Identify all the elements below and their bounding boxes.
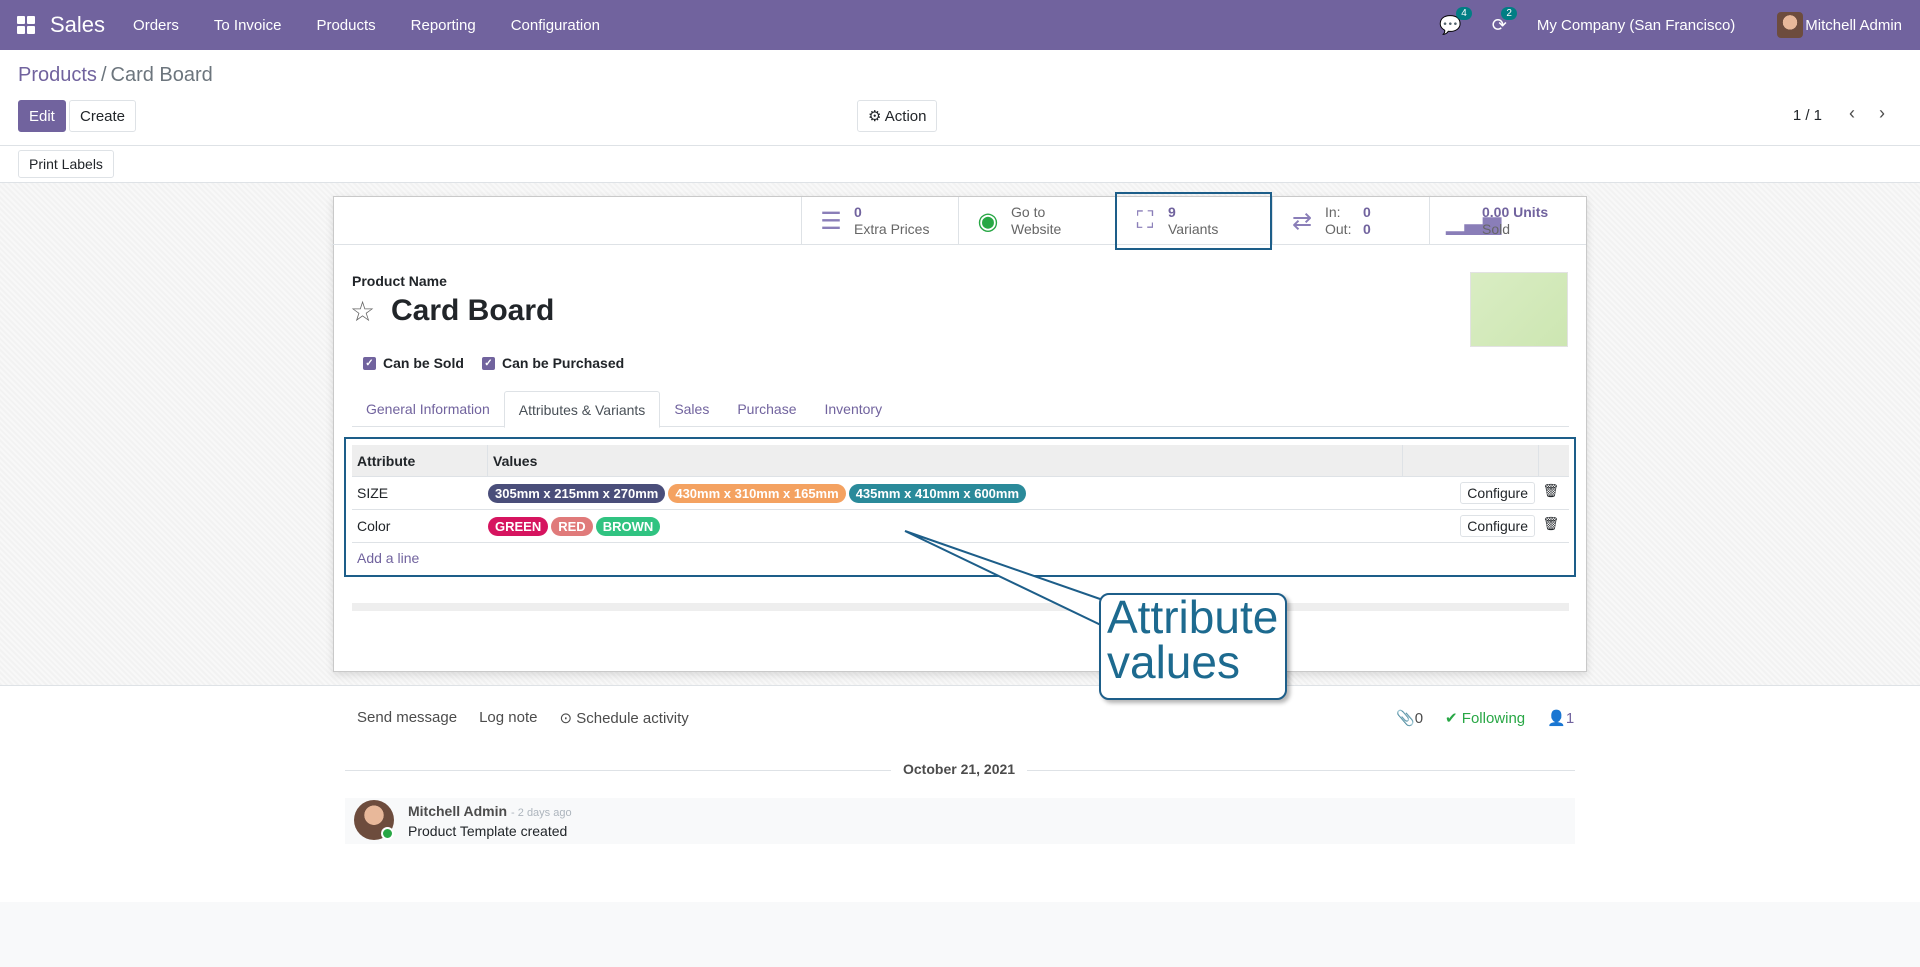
company-switcher[interactable]: My Company (San Francisco): [1537, 17, 1735, 34]
pager-next-icon[interactable]: ›: [1879, 103, 1885, 124]
create-button[interactable]: Create: [69, 100, 137, 132]
tab-attributes-variants[interactable]: Attributes & Variants: [503, 391, 661, 428]
value-tag: 305mm x 215mm x 270mm: [488, 483, 666, 503]
table-header: Attribute Values: [352, 444, 1569, 477]
pager-value[interactable]: 1 / 1: [1793, 107, 1822, 124]
breadcrumb-separator: /: [100, 64, 107, 86]
form-tabs: General Information Attributes & Variant…: [352, 391, 1569, 428]
value-tag: 435mm x 410mm x 600mm: [848, 483, 1027, 503]
menu-to-invoice[interactable]: To Invoice: [214, 17, 282, 34]
user-icon: 👤: [1547, 710, 1566, 727]
menu-reporting[interactable]: Reporting: [411, 17, 476, 34]
breadcrumb-current: Card Board: [110, 64, 213, 86]
add-a-line-link[interactable]: Add a line: [352, 543, 1569, 573]
activities-badge: 2: [1501, 6, 1517, 20]
attribute-values: GREEN RED BROWN: [488, 516, 661, 536]
smart-button-box: ☰ 0 Extra Prices ◉ Go to Website ⛶ 9 Varian…: [332, 192, 1586, 250]
activities-icon[interactable]: ⟳ 2: [1492, 6, 1517, 36]
online-status-icon: [381, 827, 394, 840]
date-label: October 21, 2021: [891, 761, 1028, 777]
extra-prices-button[interactable]: ☰ 0 Extra Prices: [801, 197, 958, 245]
schedule-activity-button[interactable]: ⊙ Schedule activity: [559, 709, 688, 727]
product-name-label: Product Name: [352, 273, 447, 289]
in-out-button[interactable]: ⇄ In: 0 Out: 0: [1272, 197, 1429, 245]
print-labels-button[interactable]: Print Labels: [18, 150, 114, 178]
annotation-callout: Attribute values: [1099, 593, 1287, 700]
attributes-table: Attribute Values SIZE 305mm x 215mm x 27…: [352, 444, 1569, 573]
messages-badge: 4: [1456, 6, 1472, 20]
breadcrumb: Products / Card Board: [18, 64, 213, 87]
column-values[interactable]: Values: [488, 444, 1403, 477]
message-author: Mitchell Admin - 2 days ago: [408, 803, 572, 819]
user-menu[interactable]: Mitchell Admin: [1805, 17, 1902, 34]
callout-line-1: Attribute: [1107, 591, 1279, 643]
trash-icon[interactable]: 🗑: [1542, 483, 1559, 499]
tab-general-information[interactable]: General Information: [352, 391, 504, 427]
go-to-website-button[interactable]: ◉ Go to Website: [958, 197, 1115, 245]
top-navbar: Sales Orders To Invoice Products Reporti…: [0, 0, 1920, 50]
value-tag: GREEN: [488, 516, 549, 536]
menu-products[interactable]: Products: [316, 17, 375, 34]
messages-icon[interactable]: 💬 4: [1439, 6, 1472, 36]
variants-highlight-frame: [1115, 192, 1272, 250]
user-avatar[interactable]: [1777, 12, 1804, 38]
checkmark-icon: ✓: [482, 356, 495, 370]
trash-icon[interactable]: 🗑: [1542, 516, 1559, 532]
send-message-button[interactable]: Send message: [357, 709, 457, 727]
table-row[interactable]: SIZE 305mm x 215mm x 270mm 430mm x 310mm…: [352, 477, 1569, 510]
breadcrumb-products[interactable]: Products: [18, 64, 97, 86]
followers-button[interactable]: 👤1: [1547, 709, 1574, 727]
product-name: Card Board: [391, 294, 555, 327]
chatter-followers: 📎0 ✔ Following 👤1: [1396, 709, 1574, 727]
separator-bar: [352, 603, 1569, 611]
configure-button[interactable]: Configure: [1460, 515, 1535, 537]
list-icon: ☰: [820, 207, 842, 235]
menu-configuration[interactable]: Configuration: [511, 17, 600, 34]
apps-menu-icon[interactable]: [17, 16, 35, 34]
message-body: Product Template created: [408, 823, 568, 839]
table-row[interactable]: Color GREEN RED BROWN Configure 🗑: [352, 510, 1569, 543]
message: Mitchell Admin - 2 days ago Product Templ…: [345, 798, 1575, 844]
signal-icon: ▁▃▅: [1446, 207, 1502, 235]
value-tag: 430mm x 310mm x 165mm: [668, 483, 846, 503]
units-sold-button[interactable]: ▁▃▅ 0.00 Units Sold: [1429, 197, 1586, 245]
action-button[interactable]: ⚙ Action: [857, 100, 938, 132]
tab-purchase[interactable]: Purchase: [723, 391, 810, 427]
app-name[interactable]: Sales: [50, 12, 105, 38]
message-time: - 2 days ago: [511, 807, 572, 819]
favorite-star-icon[interactable]: ☆: [350, 295, 375, 328]
attribute-values: 305mm x 215mm x 270mm 430mm x 310mm x 16…: [488, 483, 1027, 503]
tab-sales[interactable]: Sales: [660, 391, 723, 427]
configure-button[interactable]: Configure: [1460, 482, 1535, 504]
pager-prev-icon[interactable]: ‹: [1849, 103, 1855, 124]
form-sheet: ☰ 0 Extra Prices ◉ Go to Website ⛶ 9 Varian…: [332, 192, 1587, 672]
chatter-topbar: Send message Log note ⊙ Schedule activit…: [357, 709, 689, 727]
tab-inventory[interactable]: Inventory: [811, 391, 897, 427]
menu-orders[interactable]: Orders: [133, 17, 179, 34]
attachments-button[interactable]: 📎0: [1396, 709, 1423, 727]
attribute-name: SIZE: [357, 485, 389, 501]
globe-icon: ◉: [977, 207, 999, 235]
clock-icon: ⊙: [559, 710, 577, 727]
callout-line-2: values: [1107, 636, 1240, 688]
attribute-name: Color: [357, 518, 391, 534]
can-be-sold-checkbox[interactable]: ✓ Can be Sold: [363, 355, 464, 371]
checkmark-icon: ✓: [363, 356, 376, 370]
value-tag: BROWN: [595, 516, 661, 536]
column-attribute[interactable]: Attribute: [352, 444, 488, 477]
log-note-button[interactable]: Log note: [479, 709, 537, 727]
product-image[interactable]: [1470, 272, 1568, 347]
following-button[interactable]: ✔ Following: [1445, 709, 1525, 727]
divider: [0, 145, 1920, 146]
can-be-purchased-checkbox[interactable]: ✓ Can be Purchased: [482, 355, 624, 371]
value-tag: RED: [551, 516, 593, 536]
footer-area: [0, 902, 1920, 967]
exchange-icon: ⇄: [1291, 207, 1313, 235]
edit-button[interactable]: Edit: [18, 100, 66, 132]
paperclip-icon: 📎: [1396, 710, 1415, 727]
check-icon: ✔: [1445, 710, 1462, 727]
